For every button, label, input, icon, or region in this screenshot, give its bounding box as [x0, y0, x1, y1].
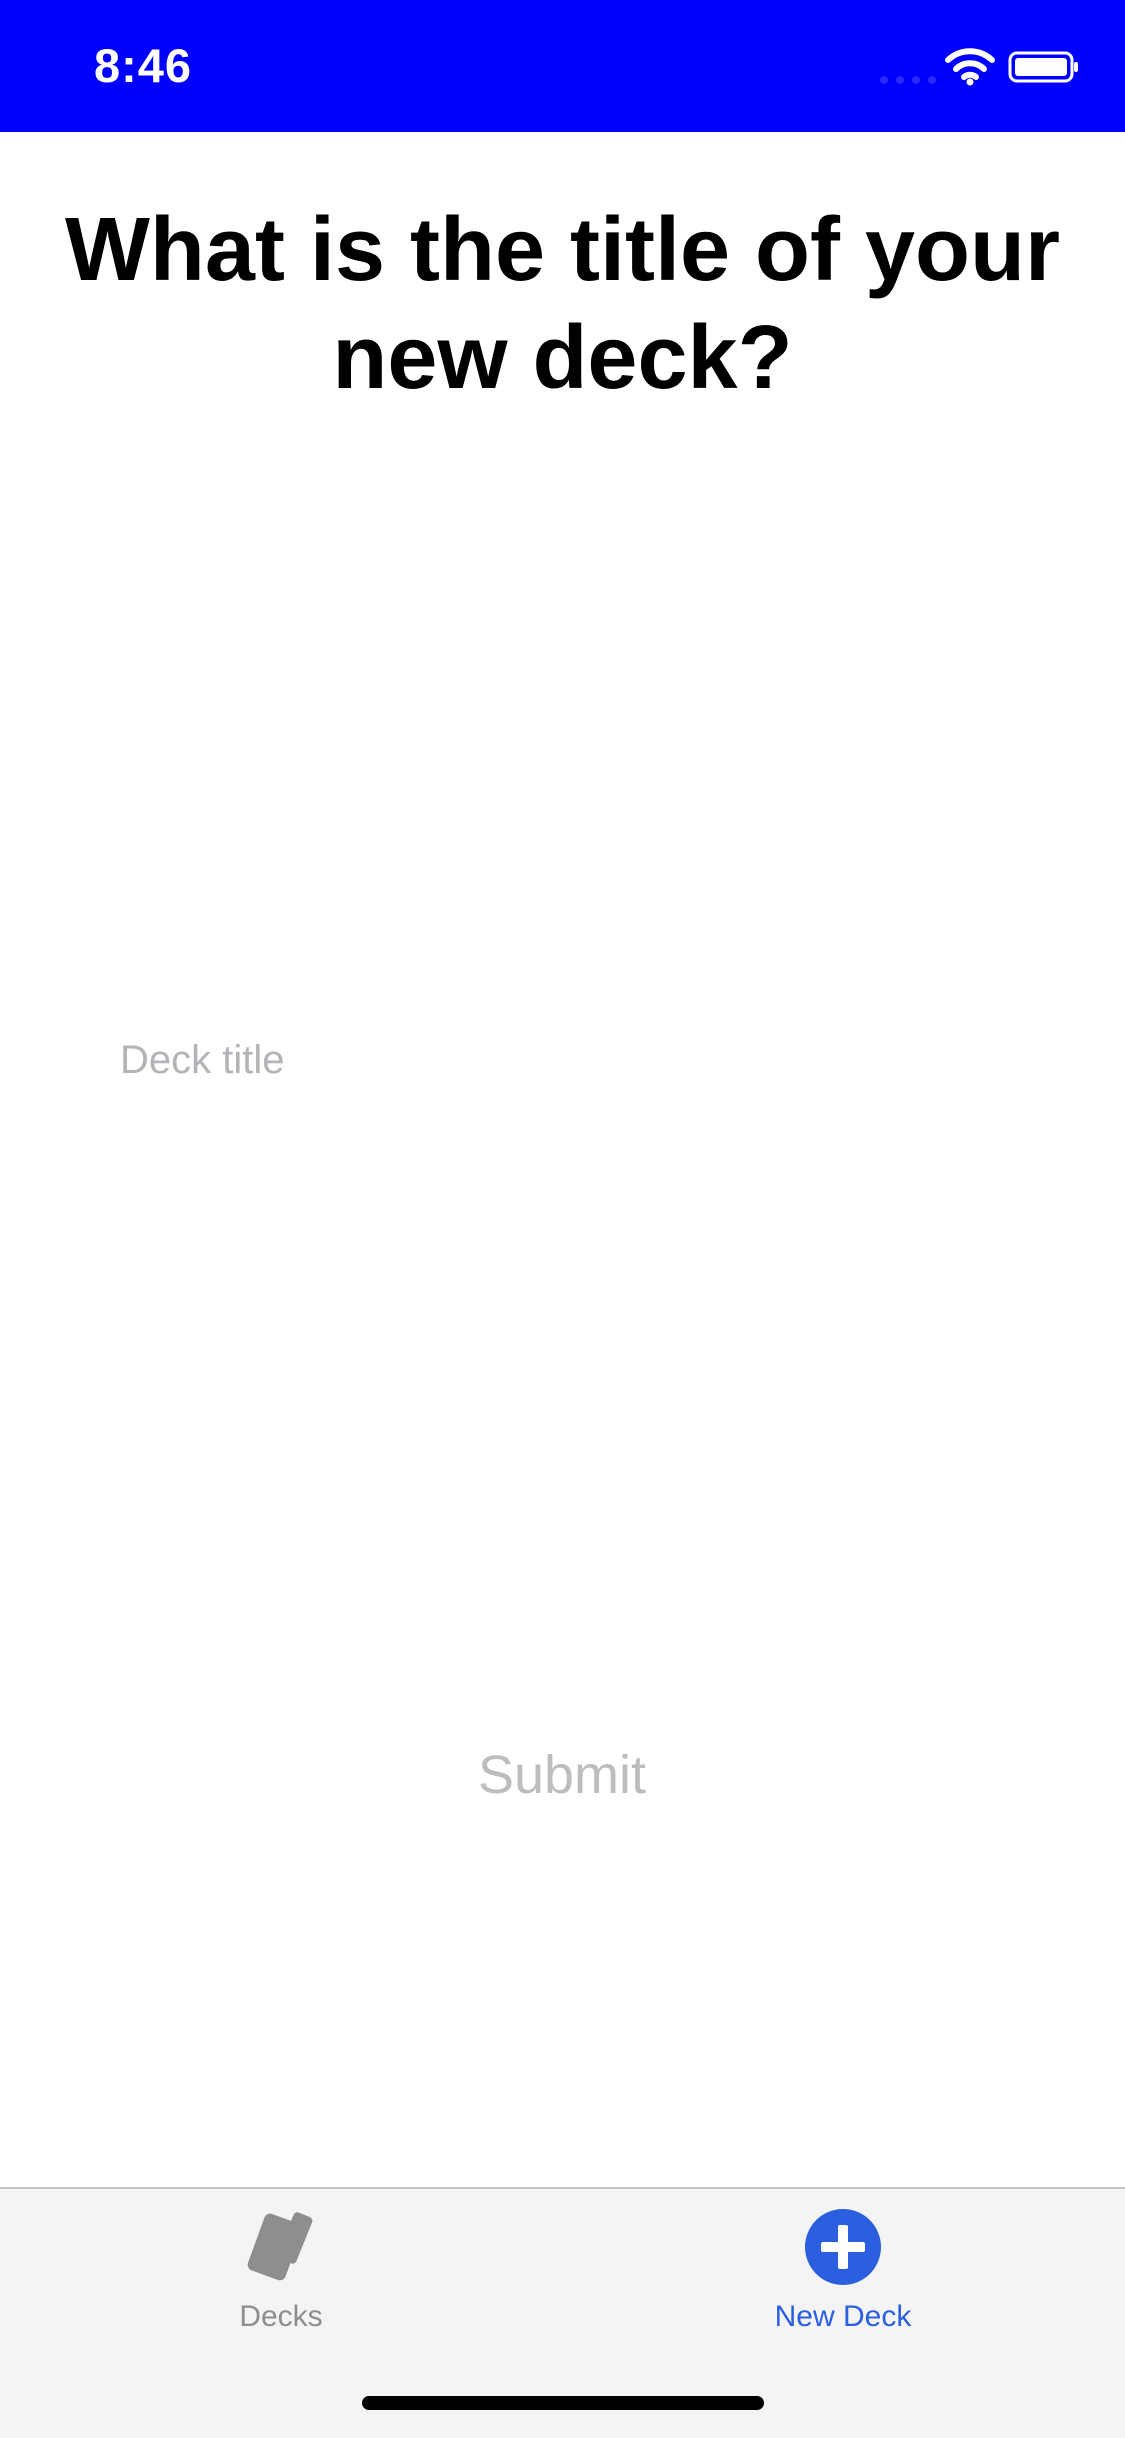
page-title: What is the title of your new deck? — [64, 200, 1060, 408]
cards-icon — [247, 2212, 313, 2281]
home-indicator[interactable] — [362, 2396, 764, 2410]
status-time: 8:46 — [94, 39, 193, 92]
deck-title-input[interactable] — [120, 1030, 1005, 1090]
tab-new-deck-label: New Deck — [774, 2300, 912, 2333]
tab-new-deck[interactable]: New Deck — [693, 2207, 993, 2347]
submit-button[interactable]: Submit — [412, 1735, 712, 1815]
signal-icon — [880, 76, 936, 84]
wifi-icon — [945, 48, 995, 86]
plus-circle-icon — [805, 2209, 881, 2285]
tab-decks-label: Decks — [239, 2300, 323, 2333]
tab-decks[interactable]: Decks — [131, 2207, 431, 2347]
battery-icon — [1008, 51, 1078, 83]
status-bar: 8:46 — [0, 0, 1125, 132]
